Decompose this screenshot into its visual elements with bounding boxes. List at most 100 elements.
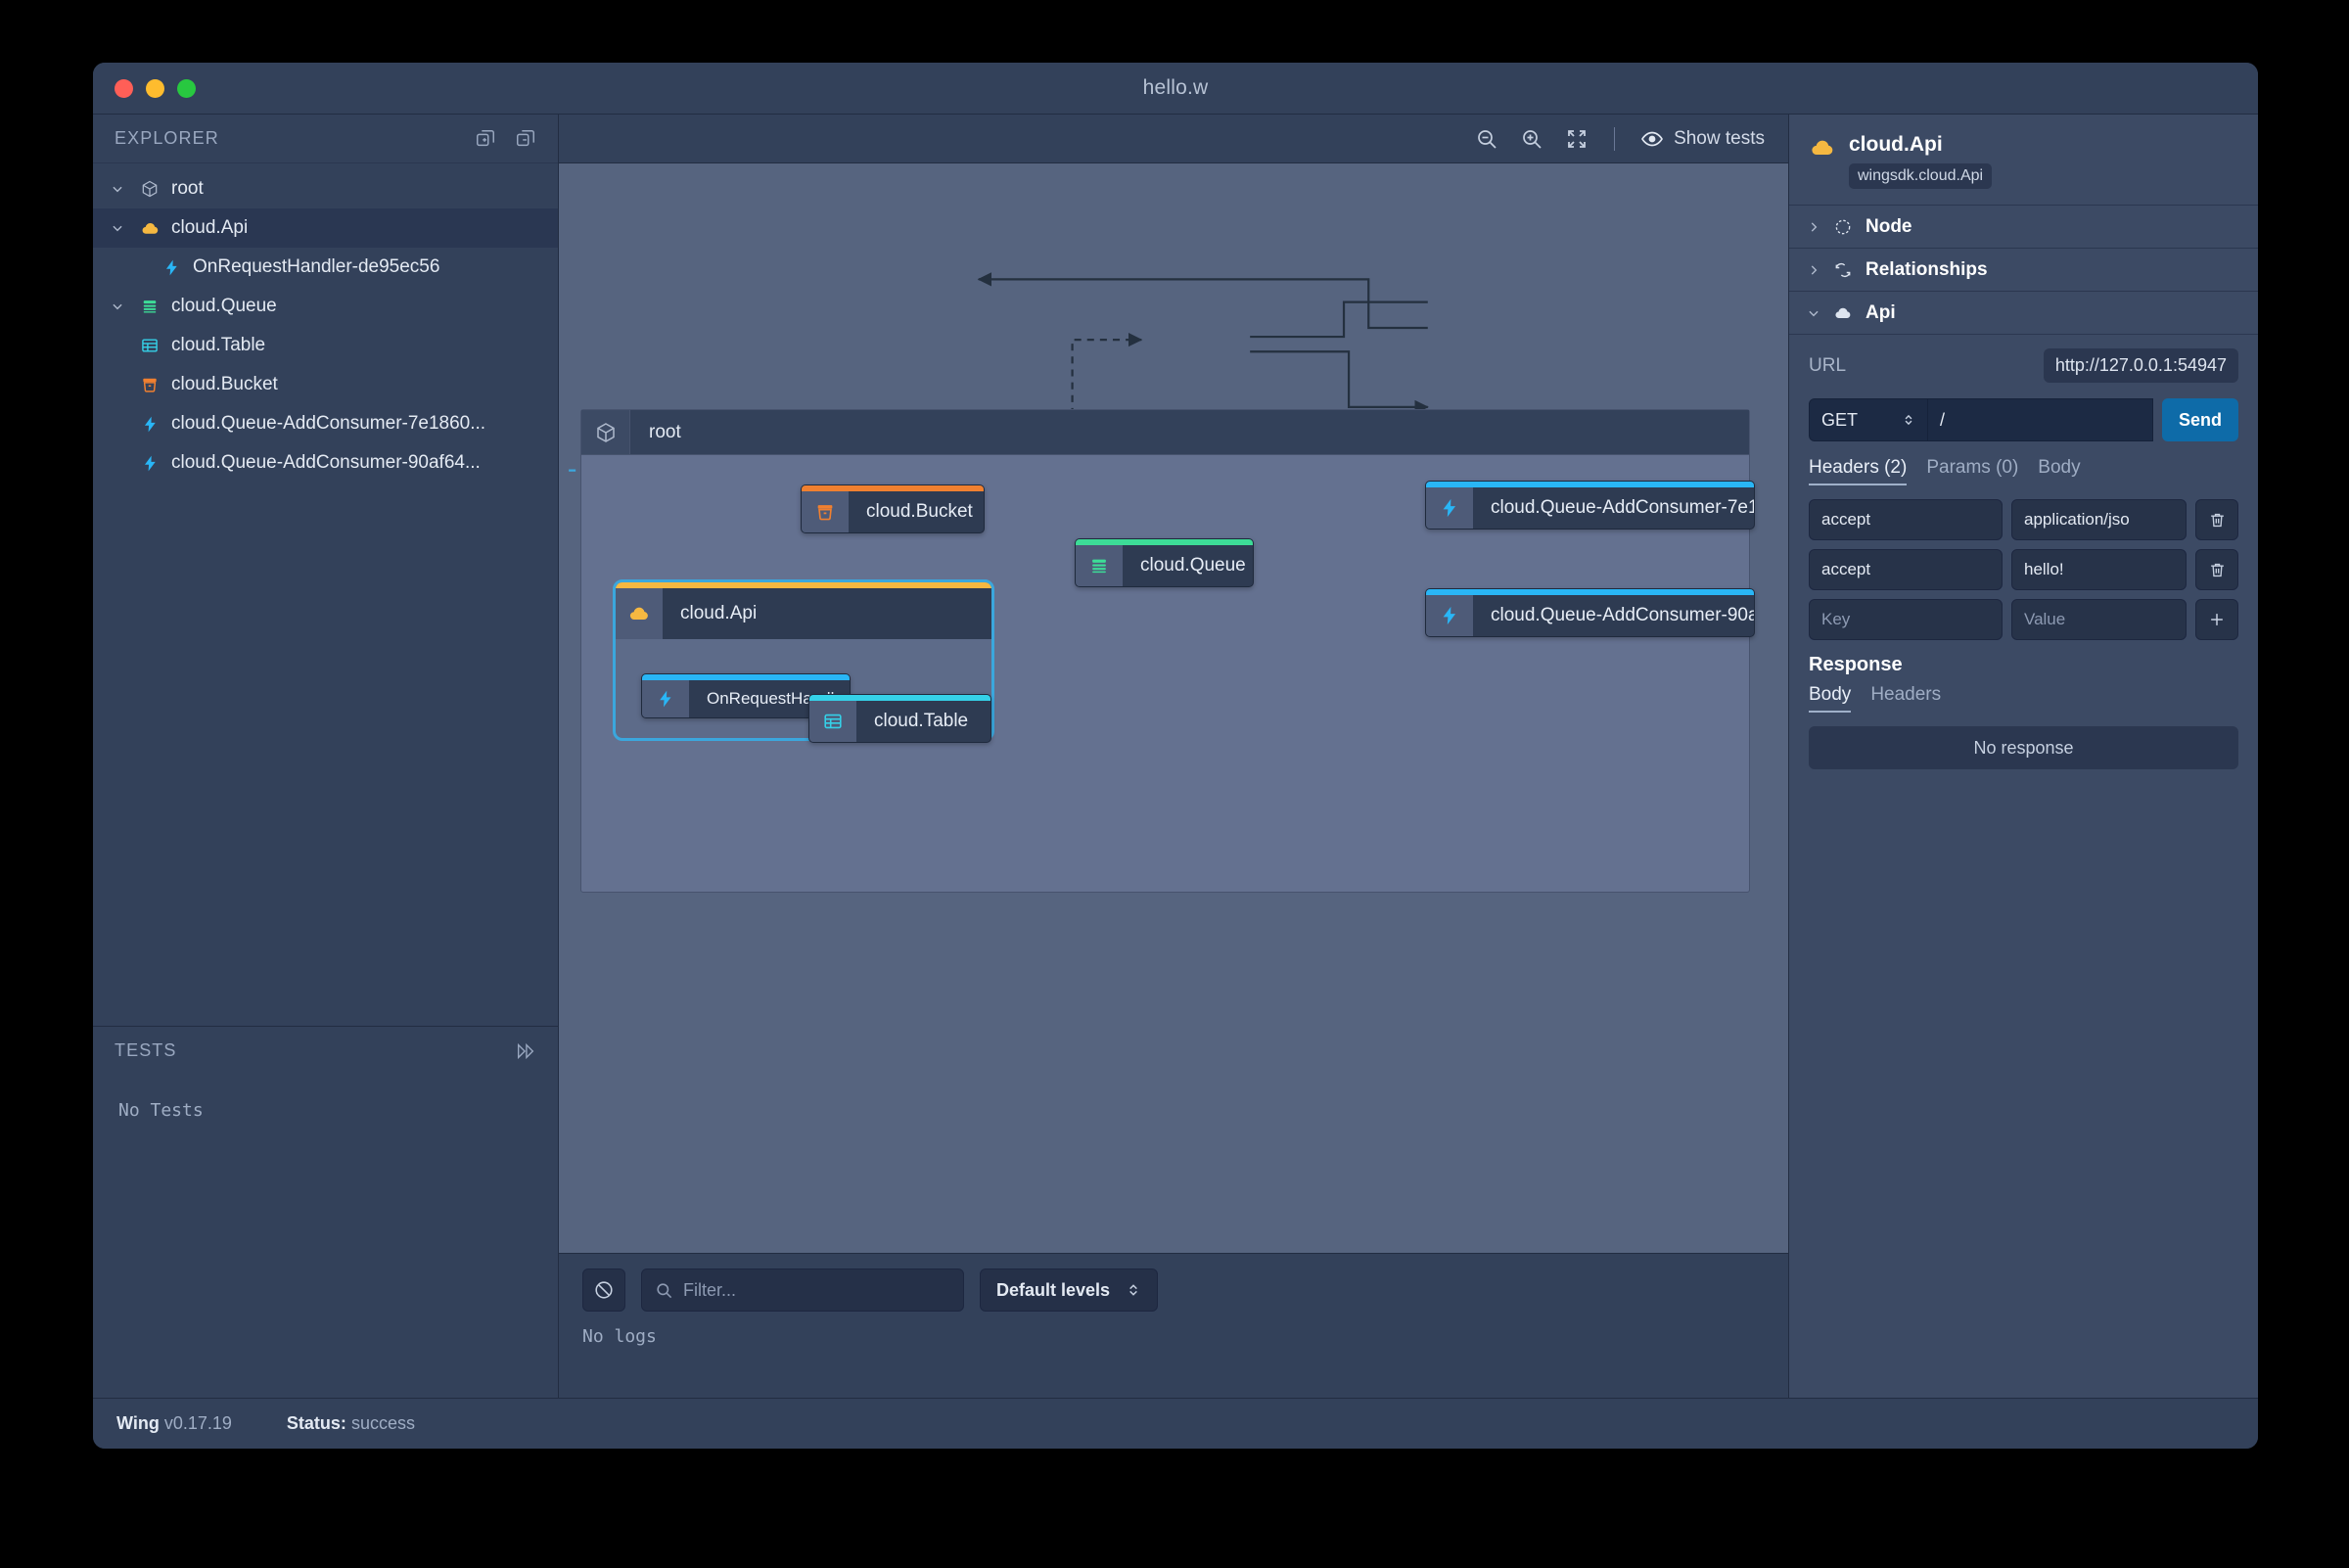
console-empty-label: No logs: [582, 1326, 657, 1347]
tree-item-onrequesthandler-de95ec56[interactable]: OnRequestHandler-de95ec56: [93, 248, 558, 287]
add-header-button[interactable]: [2195, 599, 2238, 641]
main-area: Show tests root cloud.Bucket cloud.Queue…: [559, 115, 1788, 1398]
tab-params[interactable]: Params (0): [1926, 457, 2018, 485]
tree-item-cloud-queue-addconsumer-90af64[interactable]: cloud.Queue-AddConsumer-90af64...: [93, 443, 558, 483]
graph-node-consumer-1[interactable]: cloud.Queue-AddConsumer-7e186046: [1425, 481, 1755, 530]
log-levels-select[interactable]: Default levels: [980, 1268, 1159, 1312]
delete-header-button[interactable]: [2195, 549, 2238, 591]
send-button[interactable]: Send: [2162, 398, 2238, 442]
api-url-label: URL: [1809, 354, 1847, 376]
tab-headers[interactable]: Headers (2): [1809, 457, 1908, 486]
product-name: Wing: [116, 1413, 160, 1433]
new-header-value-input[interactable]: Value: [2011, 599, 2187, 641]
tests-empty-label: No Tests: [118, 1100, 204, 1121]
function-icon: [642, 680, 689, 717]
tab-body[interactable]: Body: [2038, 457, 2080, 485]
api-url-value[interactable]: http://127.0.0.1:54947: [2043, 348, 2238, 384]
tree-item-cloud-bucket[interactable]: cloud.Bucket: [93, 365, 558, 404]
function-icon: [137, 454, 162, 473]
status-label: Status:: [286, 1413, 346, 1433]
inspector-title: cloud.Api: [1849, 133, 1943, 156]
header-key-input[interactable]: accept: [1809, 499, 2003, 541]
expand-all-icon[interactable]: [475, 128, 496, 150]
no-response-message: No response: [1809, 726, 2238, 770]
header-value-input[interactable]: hello!: [2011, 549, 2187, 591]
http-method-select[interactable]: GET: [1809, 398, 1928, 442]
status-bar: Wing v0.17.19 Status: success: [93, 1398, 2258, 1449]
table-icon: [809, 701, 856, 742]
eye-icon: [1640, 127, 1664, 151]
fit-to-screen-icon[interactable]: [1565, 127, 1589, 151]
inspector-panel: cloud.Api wingsdk.cloud.Api Node Relatio…: [1788, 115, 2258, 1398]
response-tab-headers[interactable]: Headers: [1870, 684, 1941, 713]
product-version: Wing v0.17.19: [116, 1413, 232, 1434]
new-header-row: Key Value: [1809, 599, 2238, 641]
tests-header: TESTS: [93, 1026, 558, 1075]
show-tests-toggle[interactable]: Show tests: [1640, 127, 1765, 151]
inspector-section-label: Node: [1865, 215, 1912, 237]
http-method-value: GET: [1821, 409, 1859, 430]
clear-logs-icon: [593, 1279, 615, 1301]
zoom-in-icon[interactable]: [1520, 127, 1543, 151]
log-filter-input[interactable]: [683, 1279, 950, 1301]
api-path-input[interactable]: /: [1928, 398, 2153, 442]
log-filter[interactable]: [641, 1268, 964, 1312]
chevron-down-icon[interactable]: [107, 182, 128, 196]
queue-icon: [137, 297, 162, 316]
run-all-tests-icon[interactable]: [515, 1040, 536, 1062]
root-container-label: root: [649, 421, 681, 442]
chevron-down-icon[interactable]: [107, 221, 128, 235]
tree-item-label: cloud.Queue: [171, 296, 277, 316]
tree-item-cloud-api[interactable]: cloud.Api: [93, 208, 558, 248]
graph-node-label: cloud.Queue-AddConsumer-90af6456: [1491, 605, 1754, 625]
cube-icon: [581, 410, 630, 454]
version-label: v0.17.19: [163, 1413, 232, 1433]
tree-item-label: root: [171, 178, 204, 199]
header-row: accept application/jso: [1809, 499, 2238, 541]
tree-item-label: cloud.Queue-AddConsumer-90af64...: [171, 452, 481, 473]
console-panel: Default levels No logs: [559, 1253, 1788, 1398]
function-icon: [159, 258, 184, 277]
header-value-input[interactable]: application/jso: [2011, 499, 2187, 541]
tree-item-cloud-queue-addconsumer-7e1860[interactable]: cloud.Queue-AddConsumer-7e1860...: [93, 404, 558, 443]
inspector-section-node[interactable]: Node: [1789, 206, 2258, 250]
tree-item-cloud-table[interactable]: cloud.Table: [93, 326, 558, 365]
graph-node-bucket[interactable]: cloud.Bucket: [801, 484, 985, 533]
new-header-key-input[interactable]: Key: [1809, 599, 2003, 641]
cloud-icon: [616, 588, 663, 639]
tree-item-cloud-queue[interactable]: cloud.Queue: [93, 287, 558, 326]
clear-logs-button[interactable]: [582, 1268, 625, 1312]
header-row: accept hello!: [1809, 549, 2238, 591]
collapse-all-icon[interactable]: [515, 128, 536, 150]
window-title: hello.w: [1142, 76, 1209, 99]
toolbar-divider: [1614, 126, 1616, 151]
response-title: Response: [1809, 654, 1903, 676]
cloud-icon: [1833, 303, 1853, 323]
inspector-section-label: Relationships: [1865, 258, 1988, 280]
chevron-updown-icon: [1902, 413, 1915, 427]
graph-canvas[interactable]: root cloud.Bucket cloud.Queue cloud.Queu…: [559, 163, 1788, 1253]
tree-item-root[interactable]: root: [93, 169, 558, 208]
response-tab-body[interactable]: Body: [1809, 684, 1852, 714]
graph-node-table[interactable]: cloud.Table: [808, 694, 991, 743]
graph-node-consumer-2[interactable]: cloud.Queue-AddConsumer-90af6456: [1425, 588, 1755, 637]
app-window: hello.w EXPLORER root cloud.Api OnReques…: [93, 63, 2258, 1449]
api-group-header: cloud.Api: [616, 582, 991, 639]
chevron-updown-icon: [1126, 1282, 1141, 1298]
tree-item-label: cloud.Api: [171, 217, 249, 238]
api-request-tabs: Headers (2) Params (0) Body: [1809, 457, 2238, 486]
graph-node-label: cloud.Queue: [1140, 555, 1246, 576]
search-icon: [655, 1281, 673, 1300]
inspector-section-api[interactable]: Api: [1789, 292, 2258, 336]
chevron-down-icon[interactable]: [107, 300, 128, 313]
root-container-header: root: [581, 410, 1749, 455]
cube-icon: [137, 179, 162, 199]
graph-node-queue[interactable]: cloud.Queue: [1075, 538, 1254, 587]
queue-icon: [1076, 545, 1123, 586]
zoom-out-icon[interactable]: [1475, 127, 1498, 151]
resource-tree: root cloud.Api OnRequestHandler-de95ec56 cl…: [93, 163, 558, 1026]
header-key-input[interactable]: accept: [1809, 549, 2003, 591]
delete-header-button[interactable]: [2195, 499, 2238, 541]
inspector-section-relationships[interactable]: Relationships: [1789, 249, 2258, 293]
graph-node-label: cloud.Table: [874, 711, 969, 731]
